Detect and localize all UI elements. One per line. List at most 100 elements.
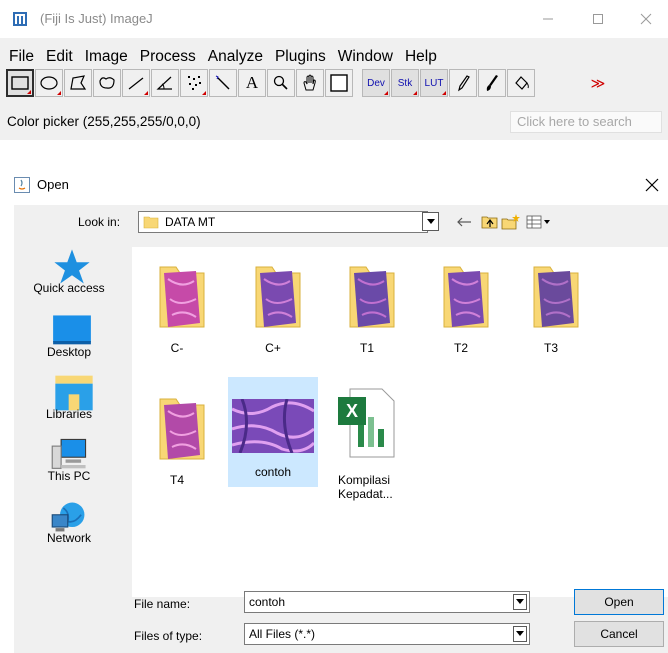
- file-name-dropdown-button[interactable]: [513, 594, 527, 610]
- line-tool[interactable]: [122, 69, 150, 97]
- place-desktop[interactable]: Desktop: [14, 311, 124, 369]
- menu-edit[interactable]: Edit: [46, 46, 73, 68]
- file-name: contoh: [254, 465, 292, 479]
- brush-icon: [486, 75, 498, 91]
- menu-plugins[interactable]: Plugins: [275, 46, 326, 68]
- imagej-titlebar: (Fiji Is Just) ImageJ: [0, 0, 668, 38]
- look-in-value: DATA MT: [165, 215, 216, 229]
- maximize-icon: [593, 14, 603, 24]
- file-name-input[interactable]: contoh: [244, 591, 530, 613]
- menu-analyze[interactable]: Analyze: [208, 46, 263, 68]
- pencil-tool[interactable]: [449, 69, 477, 97]
- file-item-contoh[interactable]: contoh: [228, 377, 318, 487]
- files-of-type-select[interactable]: All Files (*.*): [244, 623, 530, 645]
- menu-process[interactable]: Process: [140, 46, 196, 68]
- oval-icon: [40, 76, 58, 90]
- place-network[interactable]: Network: [14, 497, 124, 555]
- text-tool-label: A: [245, 73, 259, 92]
- file-name-label: File name:: [134, 597, 191, 611]
- menu-window[interactable]: Window: [338, 46, 393, 68]
- file-item-c-minus[interactable]: C-: [132, 253, 222, 363]
- place-quick-access[interactable]: Quick access: [14, 247, 124, 305]
- stk-label: Stk: [397, 77, 413, 89]
- file-name: C+: [265, 341, 281, 355]
- file-item-t2[interactable]: T2: [416, 253, 506, 363]
- brush-tool[interactable]: [478, 69, 506, 97]
- double-chevron-icon: ≫: [590, 74, 606, 91]
- line-icon: [128, 77, 144, 90]
- place-label: Quick access: [33, 281, 105, 295]
- view-menu-button[interactable]: [526, 212, 554, 232]
- polygon-icon: [70, 75, 87, 90]
- chevron-down-icon: [426, 218, 435, 224]
- angle-icon: [156, 76, 172, 90]
- color-picker-tool[interactable]: [325, 69, 353, 97]
- scroll-tool[interactable]: [296, 69, 324, 97]
- up-one-level-button[interactable]: [480, 212, 500, 232]
- search-field[interactable]: Click here to search: [510, 111, 662, 133]
- oval-tool[interactable]: [35, 69, 63, 97]
- dialog-titlebar: Open: [0, 165, 668, 205]
- cancel-button[interactable]: Cancel: [574, 621, 664, 647]
- back-button[interactable]: [454, 212, 474, 232]
- excel-file-icon: X: [338, 388, 395, 458]
- dev-label: Dev: [367, 77, 385, 89]
- open-dialog: Open Look in: DATA MT Quick access Deskt…: [0, 165, 668, 653]
- file-item-t1[interactable]: T1: [322, 253, 412, 363]
- look-in-dropdown-button[interactable]: [422, 212, 439, 231]
- place-this-pc[interactable]: This PC: [14, 435, 124, 493]
- place-label: Libraries: [45, 407, 93, 421]
- place-libraries[interactable]: Libraries: [14, 373, 124, 431]
- menu-image[interactable]: Image: [85, 46, 128, 68]
- menu-file[interactable]: File: [9, 46, 34, 68]
- dev-tool[interactable]: Dev: [362, 69, 390, 97]
- point-tool[interactable]: [180, 69, 208, 97]
- folder-thumbnail-icon: [533, 266, 579, 328]
- more-tools-button[interactable]: ≫: [565, 69, 605, 97]
- menu-bar: File Edit Image Process Analyze Plugins …: [0, 46, 440, 68]
- minimize-button[interactable]: [526, 0, 570, 38]
- place-label: Desktop: [46, 345, 92, 359]
- angle-tool[interactable]: [151, 69, 179, 97]
- look-in-combo[interactable]: DATA MT: [138, 211, 428, 233]
- file-name: Kompilasi Kepadat...: [338, 473, 393, 501]
- file-name: T1: [359, 341, 374, 355]
- zoom-tool[interactable]: [267, 69, 295, 97]
- stk-tool[interactable]: Stk: [391, 69, 419, 97]
- polygon-tool[interactable]: [64, 69, 92, 97]
- files-of-type-dropdown-button[interactable]: [513, 626, 527, 642]
- color-swatch-icon: [330, 74, 348, 92]
- dialog-close-button[interactable]: [638, 171, 666, 199]
- new-folder-button[interactable]: [501, 212, 521, 232]
- rectangle-tool[interactable]: [6, 69, 34, 97]
- lut-tool[interactable]: LUT: [420, 69, 448, 97]
- file-name: T3: [543, 341, 558, 355]
- folder-thumbnail-icon: [349, 266, 395, 328]
- new-folder-icon: [501, 214, 520, 230]
- freehand-tool[interactable]: [93, 69, 121, 97]
- text-tool[interactable]: A: [238, 69, 266, 97]
- maximize-button[interactable]: [576, 0, 620, 38]
- dialog-body: Look in: DATA MT Quick access Desktop Li…: [14, 205, 668, 653]
- view-list-icon: [526, 215, 550, 229]
- file-list: C- C+ T1 T2 T3 T4 contoh X Kompilasi Kep…: [132, 247, 668, 597]
- menu-help[interactable]: Help: [405, 46, 437, 68]
- folder-thumbnail-icon: [159, 398, 205, 460]
- chevron-down-icon: [516, 599, 524, 604]
- file-item-c-plus[interactable]: C+: [228, 253, 318, 363]
- file-name: C-: [170, 341, 184, 355]
- wand-tool[interactable]: [209, 69, 237, 97]
- imagej-window: (Fiji Is Just) ImageJ File Edit Image Pr…: [0, 0, 668, 140]
- flood-fill-tool[interactable]: [507, 69, 535, 97]
- status-bar: Color picker (255,255,255/0,0,0) Click h…: [0, 111, 668, 135]
- wand-icon: [215, 75, 230, 90]
- file-item-t3[interactable]: T3: [506, 253, 596, 363]
- file-item-t4[interactable]: T4: [132, 385, 222, 495]
- files-of-type-value: All Files (*.*): [249, 627, 316, 641]
- close-icon: [645, 178, 659, 192]
- close-button[interactable]: [624, 0, 668, 38]
- hand-icon: [303, 74, 316, 91]
- open-button[interactable]: Open: [574, 589, 664, 615]
- file-item-kompilasi[interactable]: X Kompilasi Kepadat...: [330, 385, 420, 501]
- paint-bucket-icon: [515, 76, 529, 90]
